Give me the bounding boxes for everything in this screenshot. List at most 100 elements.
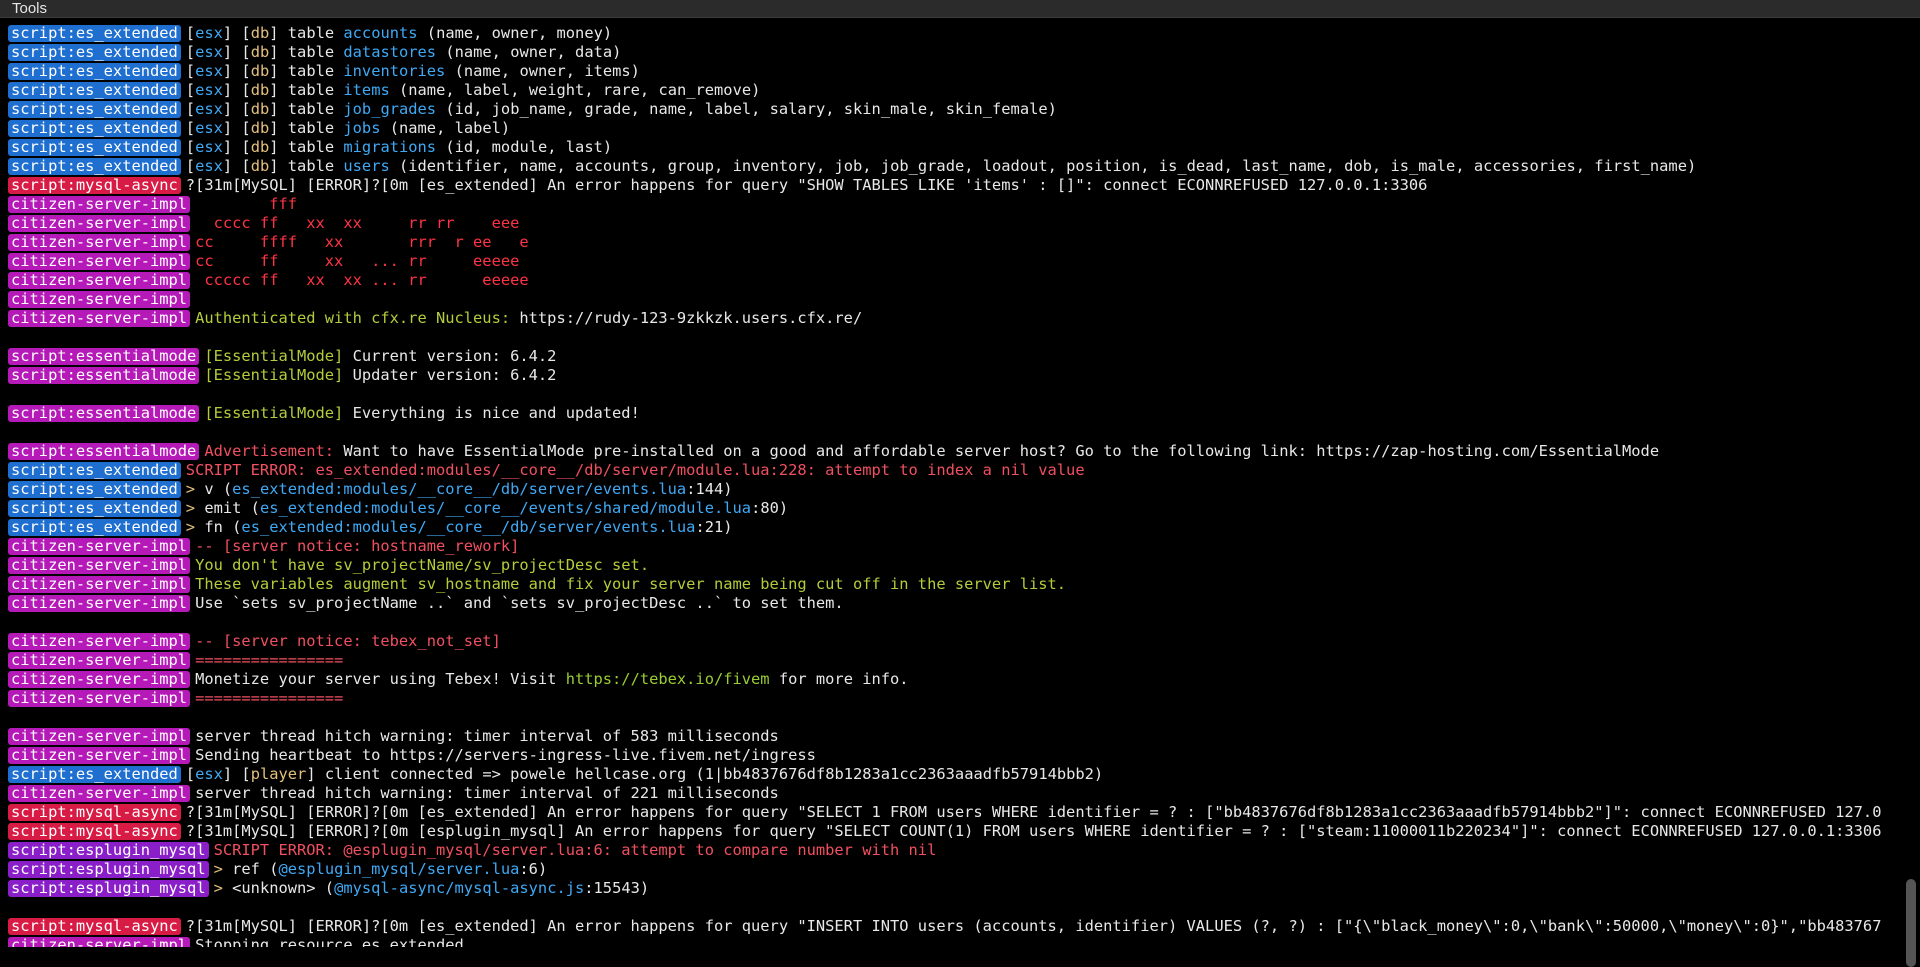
log-text: [	[185, 157, 196, 175]
log-text: esx	[195, 119, 223, 137]
log-text: (name, owner, items)	[445, 62, 640, 80]
log-text: ] client connected => powele hellcase.or…	[306, 765, 1104, 783]
log-text: db	[250, 119, 270, 137]
console-line: citizen-server-impl cc ff xx ... rr eeeee	[8, 252, 1896, 271]
log-text: Current version: 6.4.2	[343, 347, 557, 365]
console-line: citizen-server-impl ================	[8, 651, 1896, 670]
log-text: ================	[195, 651, 344, 669]
resource-tag: script:esplugin_mysql	[8, 880, 209, 897]
console-line: script:es_extended [esx] [db] table migra…	[8, 138, 1896, 157]
console-line: citizen-server-impl Authenticated with cf…	[8, 309, 1896, 328]
console-line: script:es_extended [esx] [player] client …	[8, 765, 1896, 784]
console-line: script:essentialmode [EssentialMode] Curr…	[8, 347, 1896, 366]
console-line: script:es_extended [esx] [db] table items…	[8, 81, 1896, 100]
log-text: fn (	[204, 518, 242, 536]
resource-tag: citizen-server-impl	[8, 633, 191, 650]
console-line: script:es_extended [esx] [db] table datas…	[8, 43, 1896, 62]
log-text: @mysql-async/mysql-async.js	[334, 879, 585, 897]
log-text: [	[185, 138, 196, 156]
resource-tag: script:es_extended	[8, 120, 181, 137]
log-text: Everything is nice and updated!	[343, 404, 640, 422]
console-line: citizen-server-impl You don't have sv_pro…	[8, 556, 1896, 575]
log-text: -- [server notice: hostname_rework]	[195, 537, 520, 555]
console-line: script:es_extended > emit (es_extended:mo…	[8, 499, 1896, 518]
console-line: citizen-server-impl cccc ff xx xx rr rr …	[8, 214, 1896, 233]
resource-tag: script:es_extended	[8, 25, 181, 42]
console-line: citizen-server-impl Stopping resource es_…	[8, 936, 1896, 947]
resource-tag: citizen-server-impl	[8, 690, 191, 707]
scrollbar-thumb[interactable]	[1906, 879, 1916, 967]
console-line: citizen-server-impl server thread hitch w…	[8, 784, 1896, 803]
log-text: ] table	[269, 24, 344, 42]
log-text: ] table	[269, 119, 344, 137]
log-text: for more info.	[769, 670, 909, 688]
log-text: accounts	[343, 24, 418, 42]
resource-tag: script:es_extended	[8, 481, 181, 498]
console-line: script:esplugin_mysql > ref (@esplugin_my…	[8, 860, 1896, 879]
log-text: :15543)	[584, 879, 650, 897]
log-text: https://rudy-123-9zkkzk.users.cfx.re/	[519, 309, 863, 327]
log-text: fff	[195, 195, 297, 213]
log-text: ] table	[269, 62, 344, 80]
log-text: -- [server notice: tebex_not_set]	[195, 632, 501, 650]
resource-tag: citizen-server-impl	[8, 728, 191, 745]
log-text: Updater version: 6.4.2	[343, 366, 557, 384]
log-text: esx	[195, 62, 223, 80]
resource-tag: citizen-server-impl	[8, 253, 191, 270]
log-text: items	[343, 81, 390, 99]
console-line: script:mysql-async ?[31m[MySQL] [ERROR]?[…	[8, 822, 1896, 841]
log-text: >	[213, 860, 233, 878]
log-text: (name, owner, money)	[417, 24, 613, 42]
log-text: Use `sets sv_projectName ..` and `sets s…	[195, 594, 844, 612]
resource-tag: citizen-server-impl	[8, 538, 191, 555]
resource-tag: script:essentialmode	[8, 367, 200, 384]
log-text: ] [	[222, 100, 251, 118]
resource-tag: citizen-server-impl	[8, 310, 191, 327]
log-text: [EssentialMode]	[204, 347, 344, 365]
console-line: script:es_extended [esx] [db] table inven…	[8, 62, 1896, 81]
console-line: citizen-server-impl Monetize your server …	[8, 670, 1896, 689]
console-line: script:essentialmode [EssentialMode] Ever…	[8, 404, 1896, 423]
log-text: job_grades	[343, 100, 437, 118]
log-text: ] [	[222, 62, 251, 80]
log-text: ] [	[222, 81, 251, 99]
log-text: db	[250, 157, 270, 175]
resource-tag: script:mysql-async	[8, 918, 181, 935]
log-text: (name, label, weight, rare, can_remove)	[389, 81, 761, 99]
log-text: ] [	[222, 43, 251, 61]
log-text: emit (	[204, 499, 260, 517]
server-console-output[interactable]: script:es_extended [esx] [db] table accou…	[0, 24, 1896, 947]
console-line: script:es_extended [esx] [db] table accou…	[8, 24, 1896, 43]
resource-tag: citizen-server-impl	[8, 937, 191, 947]
log-text: :21)	[695, 518, 733, 536]
log-text: esx	[195, 157, 223, 175]
console-line: script:es_extended > fn (es_extended:modu…	[8, 518, 1896, 537]
log-text: esx	[195, 81, 223, 99]
console-scrollbar[interactable]	[1904, 24, 1916, 967]
log-text: (identifier, name, accounts, group, inve…	[389, 157, 1697, 175]
log-text: @esplugin_mysql/server.lua	[278, 860, 520, 878]
resource-tag: citizen-server-impl	[8, 196, 191, 213]
log-text: v (	[204, 480, 233, 498]
resource-tag: script:es_extended	[8, 519, 181, 536]
log-text: [	[185, 43, 196, 61]
menu-tools[interactable]: Tools	[0, 0, 47, 17]
log-text: cc ff xx ... rr eeeee	[195, 252, 520, 270]
console-line: script:es_extended [esx] [db] table users…	[8, 157, 1896, 176]
log-text: Advertisement:	[204, 442, 335, 460]
log-text: server thread hitch warning: timer inter…	[195, 727, 779, 745]
log-text: ?[31m[MySQL] [ERROR]?[0m [es_extended] A…	[185, 176, 1428, 194]
resource-tag: script:es_extended	[8, 44, 181, 61]
log-text: es_extended:modules/__core__/db/server/e…	[232, 480, 687, 498]
log-text: (name, owner, data)	[436, 43, 622, 61]
log-text: [EssentialMode]	[204, 404, 344, 422]
resource-tag: citizen-server-impl	[8, 576, 191, 593]
console-line: script:esplugin_mysql > <unknown> (@mysql…	[8, 879, 1896, 898]
log-text: ] table	[269, 138, 344, 156]
log-text: SCRIPT ERROR: es_extended:modules/__core…	[185, 461, 1085, 479]
log-text: es_extended:modules/__core__/events/shar…	[259, 499, 752, 517]
log-text: [	[185, 100, 196, 118]
